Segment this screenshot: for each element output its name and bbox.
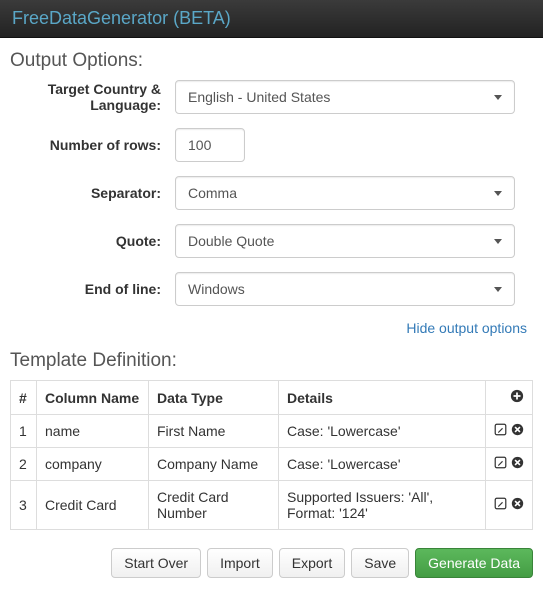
chevron-down-icon bbox=[494, 95, 502, 100]
save-button[interactable]: Save bbox=[351, 548, 409, 578]
quote-value: Double Quote bbox=[188, 233, 274, 249]
separator-value: Comma bbox=[188, 185, 237, 201]
th-details: Details bbox=[279, 381, 486, 415]
edit-row-button[interactable] bbox=[494, 456, 507, 469]
separator-select[interactable]: Comma bbox=[175, 176, 515, 210]
number-of-rows-input[interactable]: 100 bbox=[175, 128, 245, 162]
row-data-type: Company Name bbox=[149, 448, 279, 481]
eol-value: Windows bbox=[188, 281, 245, 297]
target-country-label: Target Country & Language: bbox=[10, 81, 175, 113]
th-column-name: Column Name bbox=[37, 381, 149, 415]
plus-circle-icon bbox=[510, 389, 524, 403]
row-data-type: Credit Card Number bbox=[149, 481, 279, 530]
row-eol: End of line: Windows bbox=[10, 272, 533, 306]
delete-row-button[interactable] bbox=[511, 497, 524, 510]
chevron-down-icon bbox=[494, 191, 502, 196]
row-index: 3 bbox=[11, 481, 37, 530]
start-over-button[interactable]: Start Over bbox=[111, 548, 201, 578]
content: Output Options: Target Country & Languag… bbox=[0, 38, 543, 592]
eol-label: End of line: bbox=[10, 281, 175, 297]
import-button[interactable]: Import bbox=[207, 548, 273, 578]
row-column-name: name bbox=[37, 415, 149, 448]
add-column-button[interactable] bbox=[510, 389, 524, 403]
remove-circle-icon bbox=[511, 423, 524, 436]
table-row: 1 name First Name Case: 'Lowercase' bbox=[11, 415, 533, 448]
delete-row-button[interactable] bbox=[511, 423, 524, 436]
row-target-country: Target Country & Language: English - Uni… bbox=[10, 80, 533, 114]
app-title: FreeDataGenerator (BETA) bbox=[12, 8, 231, 28]
edit-icon bbox=[494, 456, 507, 469]
delete-row-button[interactable] bbox=[511, 456, 524, 469]
chevron-down-icon bbox=[494, 287, 502, 292]
th-actions bbox=[486, 381, 533, 415]
export-button[interactable]: Export bbox=[279, 548, 345, 578]
remove-circle-icon bbox=[511, 456, 524, 469]
row-data-type: First Name bbox=[149, 415, 279, 448]
navbar: FreeDataGenerator (BETA) bbox=[0, 0, 543, 38]
row-number-of-rows: Number of rows: 100 bbox=[10, 128, 533, 162]
output-options-header: Output Options: bbox=[10, 50, 533, 72]
remove-circle-icon bbox=[511, 497, 524, 510]
row-column-name: Credit Card bbox=[37, 481, 149, 530]
quote-select[interactable]: Double Quote bbox=[175, 224, 515, 258]
th-data-type: Data Type bbox=[149, 381, 279, 415]
edit-row-button[interactable] bbox=[494, 423, 507, 436]
separator-label: Separator: bbox=[10, 185, 175, 201]
chevron-down-icon bbox=[494, 239, 502, 244]
row-column-name: company bbox=[37, 448, 149, 481]
table-row: 2 company Company Name Case: 'Lowercase' bbox=[11, 448, 533, 481]
row-details: Case: 'Lowercase' bbox=[279, 415, 486, 448]
target-country-select[interactable]: English - United States bbox=[175, 80, 515, 114]
template-table: # Column Name Data Type Details 1 name F… bbox=[10, 380, 533, 530]
target-country-value: English - United States bbox=[188, 89, 330, 105]
hide-output-options-link[interactable]: Hide output options bbox=[406, 320, 527, 336]
action-buttons: Start Over Import Export Save Generate D… bbox=[10, 548, 533, 578]
template-definition-header: Template Definition: bbox=[10, 350, 533, 372]
number-of-rows-value: 100 bbox=[188, 137, 211, 153]
edit-icon bbox=[494, 423, 507, 436]
edit-icon bbox=[494, 497, 507, 510]
edit-row-button[interactable] bbox=[494, 497, 507, 510]
row-index: 2 bbox=[11, 448, 37, 481]
generate-data-button[interactable]: Generate Data bbox=[415, 548, 533, 578]
table-row: 3 Credit Card Credit Card Number Support… bbox=[11, 481, 533, 530]
th-hash: # bbox=[11, 381, 37, 415]
row-quote: Quote: Double Quote bbox=[10, 224, 533, 258]
quote-label: Quote: bbox=[10, 233, 175, 249]
row-details: Case: 'Lowercase' bbox=[279, 448, 486, 481]
row-details: Supported Issuers: 'All', Format: '124' bbox=[279, 481, 486, 530]
number-of-rows-label: Number of rows: bbox=[10, 137, 175, 153]
row-index: 1 bbox=[11, 415, 37, 448]
eol-select[interactable]: Windows bbox=[175, 272, 515, 306]
row-separator: Separator: Comma bbox=[10, 176, 533, 210]
